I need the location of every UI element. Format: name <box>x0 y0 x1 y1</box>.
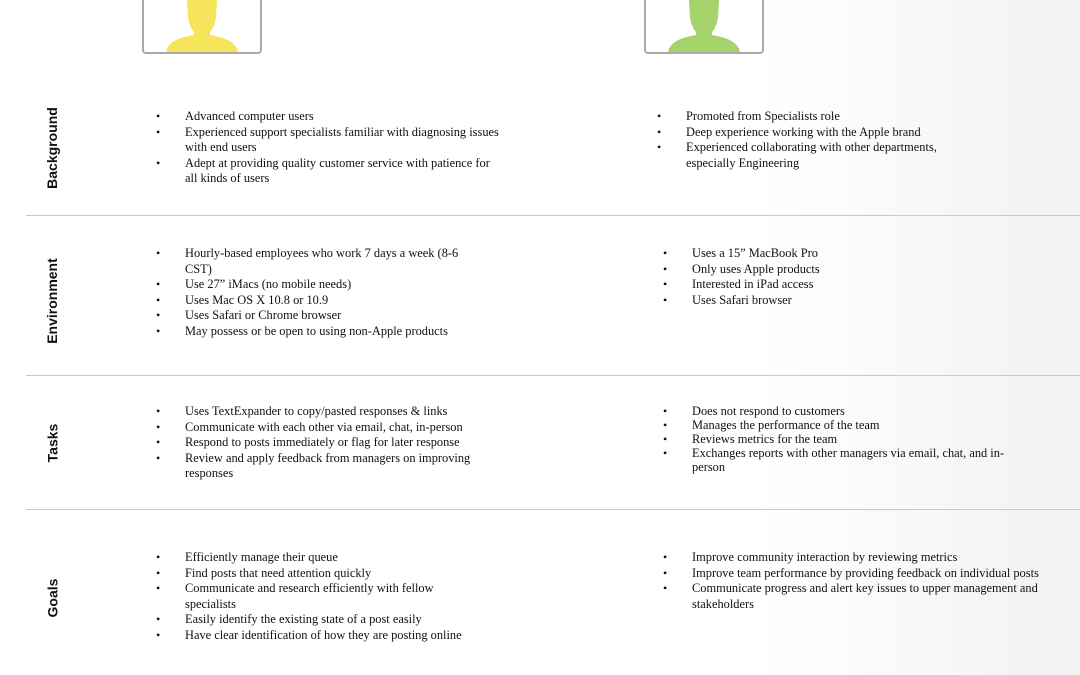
goals-right-list: Improve community interaction by reviewi… <box>663 550 1047 612</box>
list-item: Respond to posts immediately or flag for… <box>156 435 485 451</box>
list-item: Interested in iPad access <box>663 277 992 293</box>
person-icon <box>668 0 740 52</box>
list-item: Find posts that need attention quickly <box>156 566 485 582</box>
persona-2-avatar <box>644 0 764 54</box>
list-item: Only uses Apple products <box>663 262 992 278</box>
list-item: Use 27” iMacs (no mobile needs) <box>156 277 480 293</box>
background-right-list: Promoted from Specialists role Deep expe… <box>657 109 986 171</box>
section-label-background: Background <box>44 107 60 189</box>
list-item: Communicate and research efficiently wit… <box>156 581 485 612</box>
list-item: Have clear identification of how they ar… <box>156 628 485 644</box>
list-item: Review and apply feedback from managers … <box>156 451 485 482</box>
tasks-right-list: Does not respond to customers Manages th… <box>663 404 1012 474</box>
list-item: Uses Mac OS X 10.8 or 10.9 <box>156 293 480 309</box>
environment-right-list: Uses a 15” MacBook Pro Only uses Apple p… <box>663 246 992 308</box>
list-item: Does not respond to customers <box>663 404 1012 418</box>
list-item: Improve community interaction by reviewi… <box>663 550 1047 566</box>
list-item: Deep experience working with the Apple b… <box>657 125 986 141</box>
list-item: Exchanges reports with other managers vi… <box>663 446 1012 474</box>
background-left-list: Advanced computer users Experienced supp… <box>156 109 500 187</box>
list-item: Communicate progress and alert key issue… <box>663 581 1047 612</box>
section-divider <box>26 215 1080 216</box>
section-divider <box>26 509 1080 510</box>
list-item: Reviews metrics for the team <box>663 432 1012 446</box>
section-label-tasks: Tasks <box>43 423 60 463</box>
list-item: May possess or be open to using non-Appl… <box>156 324 480 340</box>
environment-left-list: Hourly-based employees who work 7 days a… <box>156 246 480 340</box>
section-label-environment: Environment <box>43 258 60 344</box>
list-item: Efficiently manage their queue <box>156 550 485 566</box>
list-item: Hourly-based employees who work 7 days a… <box>156 246 480 277</box>
list-item: Easily identify the existing state of a … <box>156 612 485 628</box>
list-item: Advanced computer users <box>156 109 500 125</box>
list-item: Uses Safari or Chrome browser <box>156 308 480 324</box>
list-item: Improve team performance by providing fe… <box>663 566 1047 582</box>
list-item: Uses a 15” MacBook Pro <box>663 246 992 262</box>
list-item: Promoted from Specialists role <box>657 109 986 125</box>
persona-1-avatar <box>142 0 262 54</box>
list-item: Adept at providing quality customer serv… <box>156 156 500 187</box>
section-label-goals: Goals <box>44 578 60 618</box>
list-item: Experienced support specialists familiar… <box>156 125 500 156</box>
list-item: Uses Safari browser <box>663 293 992 309</box>
goals-left-list: Efficiently manage their queue Find post… <box>156 550 485 644</box>
list-item: Uses TextExpander to copy/pasted respons… <box>156 404 485 420</box>
list-item: Experienced collaborating with other dep… <box>657 140 986 171</box>
tasks-left-list: Uses TextExpander to copy/pasted respons… <box>156 404 485 482</box>
section-divider <box>26 375 1080 376</box>
person-icon <box>166 0 238 52</box>
list-item: Manages the performance of the team <box>663 418 1012 432</box>
list-item: Communicate with each other via email, c… <box>156 420 485 436</box>
